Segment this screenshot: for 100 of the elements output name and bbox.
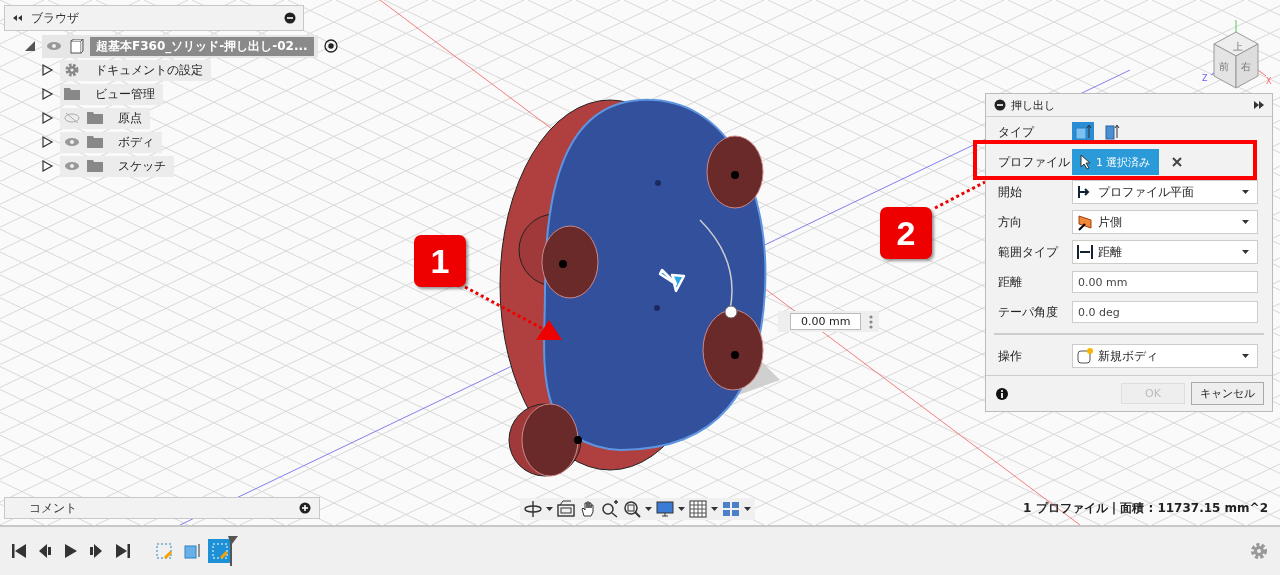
dropdown-value: 距離 <box>1098 243 1122 261</box>
field-label: 距離 <box>998 273 1023 291</box>
triangle-marker <box>536 320 562 340</box>
tree-item-label: 原点 <box>118 109 142 127</box>
caret-icon[interactable] <box>645 507 652 511</box>
timeline-marker-icon[interactable] <box>228 536 238 566</box>
dropdown[interactable]: プロファイル平面 <box>1072 180 1258 204</box>
axis-label: Z <box>1202 74 1208 83</box>
caret-icon[interactable] <box>546 507 553 511</box>
caret-icon[interactable] <box>744 507 751 511</box>
input-field[interactable]: 0.0 deg <box>1072 301 1258 323</box>
clear-icon[interactable] <box>1170 156 1183 168</box>
skip-to-end-icon[interactable] <box>116 543 130 559</box>
caret-icon <box>1242 354 1249 358</box>
new-body-icon <box>1077 347 1094 365</box>
pan-icon[interactable] <box>579 500 597 518</box>
type-option[interactable] <box>1072 122 1094 142</box>
field-label: プロファイル <box>998 153 1071 171</box>
expand-toggle-icon[interactable] <box>42 112 54 124</box>
tree-item-label: ビュー管理 <box>95 85 155 103</box>
expand-toggle-icon[interactable] <box>42 64 54 76</box>
display-icon[interactable] <box>656 500 674 518</box>
extrude-type-icon <box>1102 124 1120 140</box>
skip-to-start-icon[interactable] <box>12 543 26 559</box>
timeline-feature[interactable] <box>208 539 232 563</box>
tree-item-label: ドキュメントの設定 <box>95 61 203 79</box>
folder-icon <box>87 158 103 174</box>
axis-label: X <box>1266 77 1272 86</box>
extrude-type-icon <box>1074 124 1092 140</box>
extrude-icon <box>183 542 201 560</box>
expand-toggle-icon[interactable] <box>24 40 36 52</box>
minimize-icon[interactable] <box>284 12 296 24</box>
panel-title: ブラウザ <box>31 9 79 27</box>
dropdown-value: 新規ボディ <box>1098 347 1158 365</box>
tree-item[interactable]: ビュー管理 <box>60 83 163 105</box>
zoom-window-icon[interactable] <box>623 500 641 518</box>
tree-item-label: 超基本F360_ソリッド-押し出し-02... <box>90 36 314 56</box>
arrow-icon[interactable] <box>658 268 686 293</box>
sketch-icon <box>155 542 173 560</box>
view-cube-drawing[interactable]: 上 前 右 Z X <box>1196 10 1276 90</box>
cube-face-label[interactable]: 前 <box>1219 61 1229 72</box>
play-icon[interactable] <box>64 543 78 559</box>
leader-line <box>934 180 986 210</box>
gear-icon <box>64 62 80 78</box>
orbit-icon[interactable] <box>524 500 542 518</box>
collapse-icon[interactable] <box>12 14 23 22</box>
dropdown-value: プロファイル平面 <box>1098 183 1194 201</box>
camera-icon[interactable] <box>557 500 575 518</box>
dropdown[interactable]: 距離 <box>1072 240 1258 264</box>
folder-icon <box>87 110 103 126</box>
dropdown-value: 片側 <box>1098 213 1122 231</box>
field-label: 開始 <box>998 183 1023 201</box>
tree-item[interactable]: スケッチ <box>60 155 174 177</box>
dropdown[interactable]: 片側 <box>1072 210 1258 234</box>
step-forward-icon[interactable] <box>90 543 104 559</box>
field-label: 範囲タイプ <box>998 243 1060 261</box>
panel-title: コメント <box>29 499 77 517</box>
status-text: 1 プロファイル | 面積 : 11737.15 mm^2 <box>1023 500 1268 517</box>
viewports-icon[interactable] <box>722 500 740 518</box>
callout-badge: 2 <box>880 207 932 259</box>
expand-icon[interactable] <box>1254 101 1264 109</box>
input-field[interactable]: 0.00 mm <box>1072 271 1258 293</box>
field-label: テーパ角度 <box>998 303 1059 321</box>
grid-icon[interactable] <box>689 500 707 518</box>
expand-toggle-icon[interactable] <box>42 160 54 172</box>
tree-item-label: ボディ <box>118 133 154 151</box>
folder-icon <box>64 86 80 102</box>
caret-icon[interactable] <box>711 507 718 511</box>
callout-badge: 1 <box>414 235 466 287</box>
sketch-icon <box>211 542 229 560</box>
dialog-title: 押し出し <box>1011 97 1055 113</box>
field-label: 操作 <box>998 347 1023 365</box>
direction-icon <box>1077 213 1094 231</box>
step-back-icon[interactable] <box>38 543 52 559</box>
caret-icon[interactable] <box>678 507 685 511</box>
component-icon <box>68 38 84 54</box>
more-icon[interactable] <box>869 314 874 329</box>
distance-icon <box>1077 243 1094 261</box>
add-icon[interactable] <box>299 502 311 514</box>
expand-toggle-icon[interactable] <box>42 136 54 148</box>
zoom-icon[interactable] <box>601 500 619 518</box>
cancel-button[interactable]: キャンセル <box>1191 382 1264 405</box>
expand-toggle-icon[interactable] <box>42 88 54 100</box>
caret-icon <box>1242 250 1249 254</box>
dropdown[interactable]: 新規ボディ <box>1072 344 1258 368</box>
tree-item[interactable]: 原点 <box>60 107 150 129</box>
info-icon[interactable] <box>996 387 1008 400</box>
caret-icon <box>1242 220 1249 224</box>
field-label: タイプ <box>998 123 1036 141</box>
dimension-field[interactable]: 0.00 mm <box>790 313 862 330</box>
caret-icon <box>1242 190 1249 194</box>
tree-item[interactable]: ドキュメントの設定 <box>60 59 211 81</box>
tree-item-label: スケッチ <box>118 157 166 175</box>
radio-icon[interactable] <box>323 39 338 53</box>
minimize-icon[interactable] <box>994 99 1006 111</box>
cube-face-label[interactable]: 右 <box>1241 61 1251 72</box>
folder-icon <box>87 134 103 150</box>
cube-face-label[interactable]: 上 <box>1233 41 1243 52</box>
field-label: 方向 <box>998 213 1023 231</box>
tree-item[interactable]: ボディ <box>60 131 162 153</box>
